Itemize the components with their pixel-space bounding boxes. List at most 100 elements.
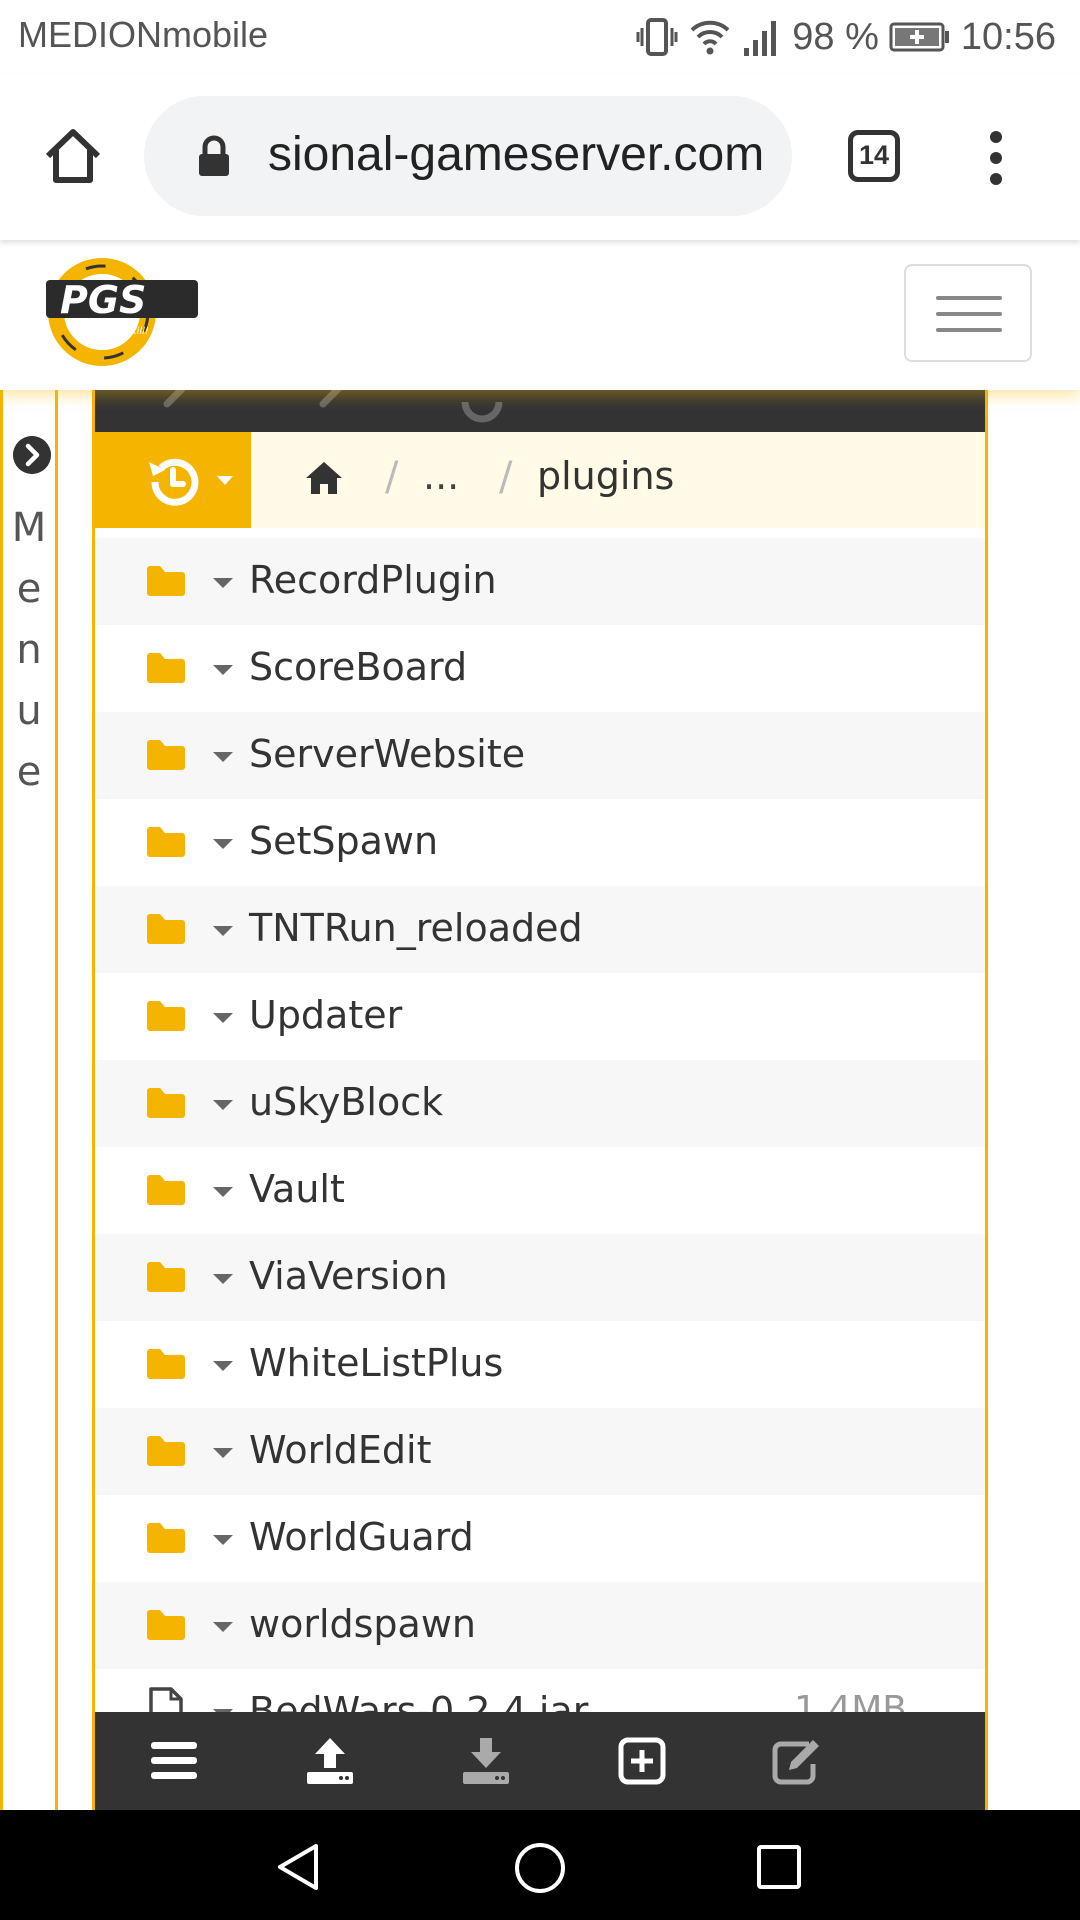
folder-name[interactable]: worldspawn (249, 1602, 476, 1646)
android-navigation-bar (0, 1810, 1080, 1920)
tabs-button[interactable]: 14 (848, 130, 900, 182)
folder-name[interactable]: WorldEdit (249, 1428, 432, 1472)
folder-name[interactable]: SetSpawn (249, 819, 438, 863)
back-icon[interactable] (155, 390, 195, 424)
folder-row[interactable]: Updater (95, 973, 985, 1060)
home-icon[interactable] (40, 122, 106, 188)
folder-row[interactable]: Vault (95, 1147, 985, 1234)
lock-icon (199, 135, 229, 176)
breadcrumb-separator: / (385, 454, 399, 500)
history-dropdown-button[interactable] (95, 432, 251, 528)
caret-down-icon[interactable] (213, 1013, 233, 1023)
side-menu-label-letter: M (11, 505, 47, 551)
folder-name[interactable]: TNTRun_reloaded (249, 906, 583, 950)
folder-icon (145, 1608, 187, 1646)
folder-icon (145, 1521, 187, 1559)
edit-icon[interactable] (771, 1736, 821, 1786)
address-bar[interactable]: sional-gameserver.com (144, 96, 792, 216)
status-bar: MEDIONmobile 98 % 10:56 (0, 0, 1080, 74)
file-manager: / ... / plugins RecordPlugin ScoreBoard Se… (92, 390, 988, 1810)
refresh-icon[interactable] (457, 390, 507, 430)
folder-icon (145, 564, 187, 602)
caret-down-icon[interactable] (213, 1622, 233, 1632)
folder-icon (145, 651, 187, 689)
add-box-icon[interactable] (617, 1736, 667, 1786)
caret-down-icon[interactable] (213, 926, 233, 936)
breadcrumb-separator: / (499, 454, 513, 500)
folder-row[interactable]: WorldEdit (95, 1408, 985, 1495)
caret-down-icon[interactable] (213, 752, 233, 762)
download-icon[interactable] (461, 1736, 511, 1786)
folder-name[interactable]: uSkyBlock (249, 1080, 443, 1124)
folder-name[interactable]: Vault (249, 1167, 345, 1211)
folder-icon (145, 1173, 187, 1211)
menu-icon[interactable] (149, 1736, 199, 1786)
folder-row[interactable]: ScoreBoard (95, 625, 985, 712)
folder-row[interactable]: ServerWebsite (95, 712, 985, 799)
caret-down-icon[interactable] (213, 665, 233, 675)
folder-name[interactable]: RecordPlugin (249, 558, 497, 602)
more-vert-icon[interactable] (984, 130, 1008, 186)
folder-row[interactable]: RecordPlugin (95, 538, 985, 625)
back-nav-icon[interactable] (274, 1842, 324, 1892)
folder-name[interactable]: WhiteListPlus (249, 1341, 503, 1385)
caret-down-icon[interactable] (213, 1535, 233, 1545)
folder-name[interactable]: ViaVersion (249, 1254, 448, 1298)
site-header: PGS Play with Skill! (0, 240, 1080, 390)
logo-text: PGS (60, 278, 146, 322)
caret-down-icon[interactable] (213, 1100, 233, 1110)
chevron-right-icon[interactable] (13, 436, 51, 474)
home-icon[interactable] (305, 460, 343, 496)
caret-down-icon[interactable] (213, 839, 233, 849)
signal-icon (744, 21, 777, 56)
folder-icon (145, 1260, 187, 1298)
wifi-icon (690, 20, 730, 55)
side-menu-label-letter: e (16, 749, 42, 795)
breadcrumb-ellipsis[interactable]: ... (423, 454, 459, 498)
side-menu-label-letter: n (16, 627, 42, 673)
folder-name[interactable]: ScoreBoard (249, 645, 467, 689)
battery-charging-icon (889, 22, 949, 52)
folder-name[interactable]: ServerWebsite (249, 732, 525, 776)
file-manager-toolbar (95, 390, 985, 432)
side-menu-toggle[interactable]: Menue (0, 390, 58, 1810)
caret-down-icon[interactable] (213, 578, 233, 588)
battery-level: 98 % (792, 15, 879, 58)
nav-toggle-button[interactable] (904, 264, 1032, 362)
folder-name[interactable]: WorldGuard (249, 1515, 474, 1559)
caret-down-icon[interactable] (213, 1187, 233, 1197)
folder-icon (145, 1434, 187, 1472)
folder-icon (145, 1086, 187, 1124)
browser-toolbar: sional-gameserver.com 14 (0, 74, 1080, 240)
upload-icon[interactable] (305, 1736, 355, 1786)
recents-nav-icon[interactable] (756, 1844, 802, 1890)
breadcrumb: / ... / plugins (95, 432, 985, 528)
folder-row[interactable]: SetSpawn (95, 799, 985, 886)
folder-icon (145, 825, 187, 863)
url-text: sional-gameserver.com (268, 128, 765, 181)
folder-name[interactable]: Updater (249, 993, 402, 1037)
folder-row[interactable]: worldspawn (95, 1582, 985, 1669)
site-logo[interactable]: PGS Play with Skill! (40, 252, 200, 372)
file-manager-bottom-toolbar (95, 1712, 985, 1810)
folder-row[interactable]: WhiteListPlus (95, 1321, 985, 1408)
logo-tagline: Play with Skill! (76, 326, 149, 337)
status-icons: 98 % 10:56 (636, 10, 1056, 64)
folder-row[interactable]: uSkyBlock (95, 1060, 985, 1147)
folder-row[interactable]: ViaVersion (95, 1234, 985, 1321)
home-nav-icon[interactable] (514, 1842, 566, 1894)
folder-icon (145, 999, 187, 1037)
forward-icon[interactable] (311, 390, 351, 424)
carrier-name: MEDIONmobile (18, 14, 269, 55)
history-icon (149, 458, 199, 506)
caret-down-icon[interactable] (213, 1448, 233, 1458)
folder-row[interactable]: WorldGuard (95, 1495, 985, 1582)
folder-row[interactable]: TNTRun_reloaded (95, 886, 985, 973)
side-menu-label-letter: u (16, 688, 42, 734)
caret-down-icon[interactable] (213, 1361, 233, 1371)
folder-icon (145, 912, 187, 950)
chevron-down-icon (217, 476, 233, 485)
caret-down-icon[interactable] (213, 1274, 233, 1284)
clock: 10:56 (960, 15, 1056, 58)
side-menu-label-letter: e (16, 566, 42, 612)
